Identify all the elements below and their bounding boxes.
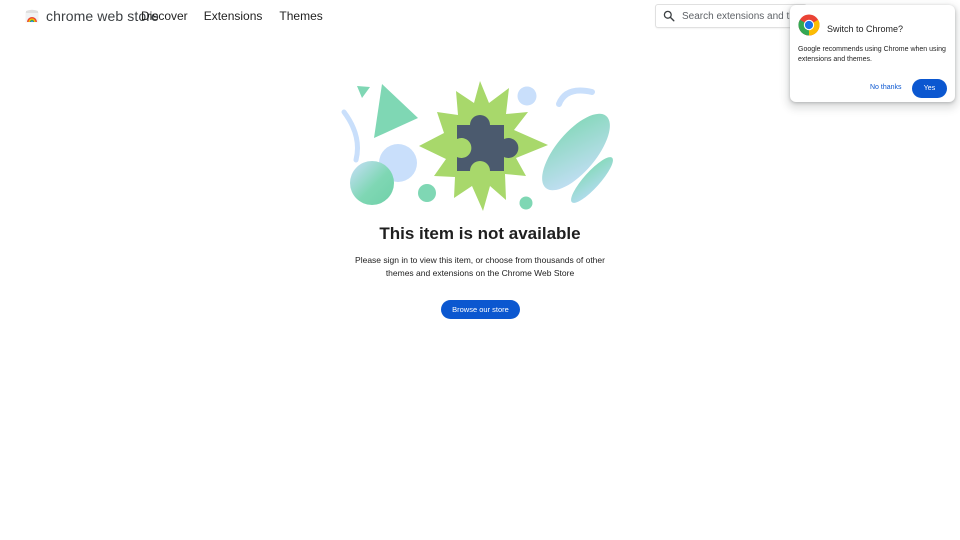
nav-extensions[interactable]: Extensions: [204, 10, 263, 22]
dialog-message: Google recommends using Chrome when usin…: [798, 46, 946, 63]
puzzle-piece-illustration-icon: [341, 81, 613, 211]
search-input[interactable]: [682, 10, 802, 22]
chrome-web-store-logo-icon: [25, 9, 39, 23]
switch-to-chrome-dialog: Switch to Chrome? Google recommends usin…: [790, 5, 955, 102]
dialog-title: Switch to Chrome?: [827, 24, 904, 34]
no-thanks-button[interactable]: No thanks: [870, 84, 902, 92]
main-nav: Discover Extensions Themes: [141, 10, 339, 22]
nav-discover[interactable]: Discover: [141, 10, 188, 22]
browse-store-button[interactable]: Browse our store: [441, 300, 520, 319]
nav-themes[interactable]: Themes: [279, 10, 322, 22]
page-title: This item is not available: [379, 224, 581, 243]
yes-button[interactable]: Yes: [912, 79, 947, 98]
search-icon[interactable]: [663, 10, 675, 22]
chrome-icon: [798, 14, 820, 36]
page-description: Please sign in to view this item, or cho…: [355, 255, 605, 278]
search-box[interactable]: [656, 5, 806, 27]
brand-home-link[interactable]: chrome web store: [24, 8, 159, 24]
